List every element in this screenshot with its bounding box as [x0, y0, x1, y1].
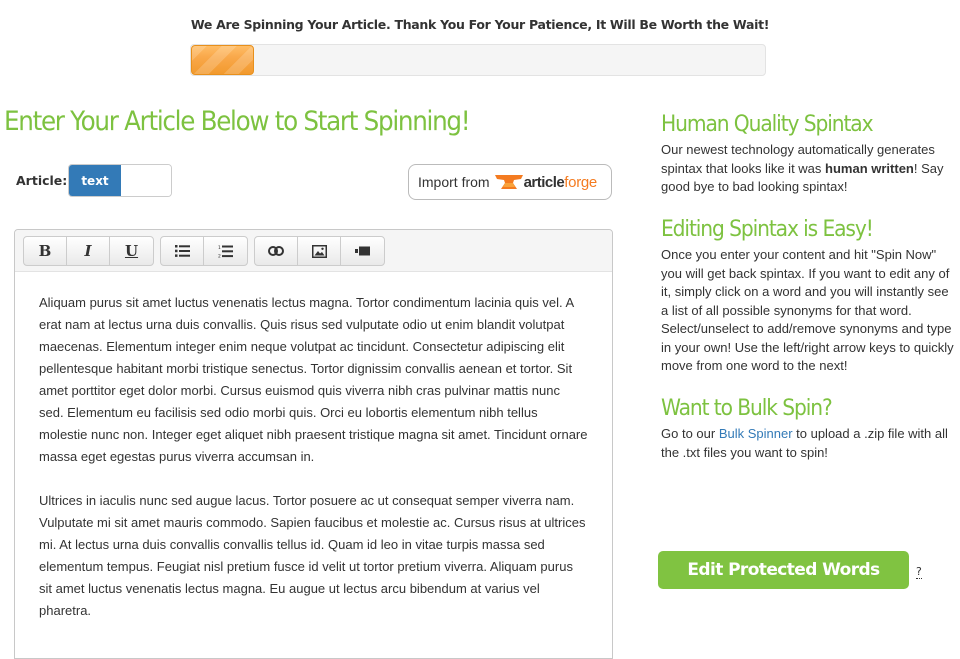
numbered-list-icon: 1 2 [218, 245, 233, 258]
numbered-list-button[interactable]: 1 2 [204, 237, 247, 265]
emphasis-text: human written [825, 160, 914, 176]
article-format-toggle[interactable]: text [68, 164, 172, 197]
section-heading: Want to Bulk Spin? [661, 396, 833, 421]
video-button[interactable] [341, 237, 384, 265]
article-editor[interactable]: B I U 1 2 Aliquam purus sit amet luctus … [14, 229, 613, 659]
editor-content[interactable]: Aliquam purus sit amet luctus venenatis … [15, 272, 612, 622]
page-title: Enter Your Article Below to Start Spinni… [4, 106, 471, 137]
article-label: Article: [16, 173, 68, 188]
sidebar-section-editing: Editing Spintax is Easy! Once you enter … [661, 217, 957, 376]
anvil-icon [494, 175, 523, 189]
format-button-group: B I U [23, 236, 154, 266]
toggle-option-text[interactable]: text [69, 165, 121, 196]
svg-text:1: 1 [218, 245, 221, 251]
progress-bar-fill [191, 45, 255, 75]
link-button[interactable] [255, 237, 298, 265]
list-button-group: 1 2 [160, 236, 248, 266]
insert-button-group [254, 236, 385, 266]
bullet-list-button[interactable] [161, 237, 204, 265]
bold-button[interactable]: B [24, 237, 67, 265]
import-from-articleforge-button[interactable]: Import from article forge [408, 164, 612, 200]
svg-text:2: 2 [218, 253, 221, 258]
section-text: Once you enter your content and hit "Spi… [661, 247, 954, 373]
article-paragraph: Aliquam purus sit amet luctus venenatis … [39, 295, 588, 464]
section-text: Our newest technology automatically gene… [661, 141, 957, 197]
help-tooltip-trigger[interactable]: ? [916, 566, 922, 579]
article-paragraph: Ultrices in iaculis nunc sed augue lacus… [39, 493, 586, 618]
progress-bar [190, 44, 766, 76]
status-message: We Are Spinning Your Article. Thank You … [190, 17, 770, 32]
brand-article: article [523, 173, 565, 191]
toggle-option-off[interactable] [121, 165, 171, 196]
sidebar-section-human-quality: Human Quality Spintax Our newest technol… [661, 112, 957, 197]
bulk-spinner-link[interactable]: Bulk Spinner [719, 426, 793, 441]
underline-button[interactable]: U [110, 237, 153, 265]
editor-toolbar: B I U 1 2 [15, 230, 612, 272]
text-part: Go to our [661, 426, 719, 441]
import-label: Import from [418, 174, 490, 190]
italic-button[interactable]: I [67, 237, 110, 265]
bullet-list-icon [174, 245, 190, 257]
brand-forge: forge [564, 173, 597, 191]
edit-protected-words-button[interactable]: Edit Protected Words [658, 551, 909, 589]
section-heading: Editing Spintax is Easy! [661, 217, 874, 242]
image-icon [311, 244, 327, 258]
section-heading: Human Quality Spintax [661, 112, 874, 137]
articleforge-logo: article forge [494, 173, 597, 191]
section-text: Go to our Bulk Spinner to upload a .zip … [661, 425, 957, 462]
sidebar-section-bulk-spin: Want to Bulk Spin? Go to our Bulk Spinne… [661, 396, 957, 462]
link-icon [268, 246, 284, 256]
video-icon [355, 246, 370, 256]
image-button[interactable] [298, 237, 341, 265]
